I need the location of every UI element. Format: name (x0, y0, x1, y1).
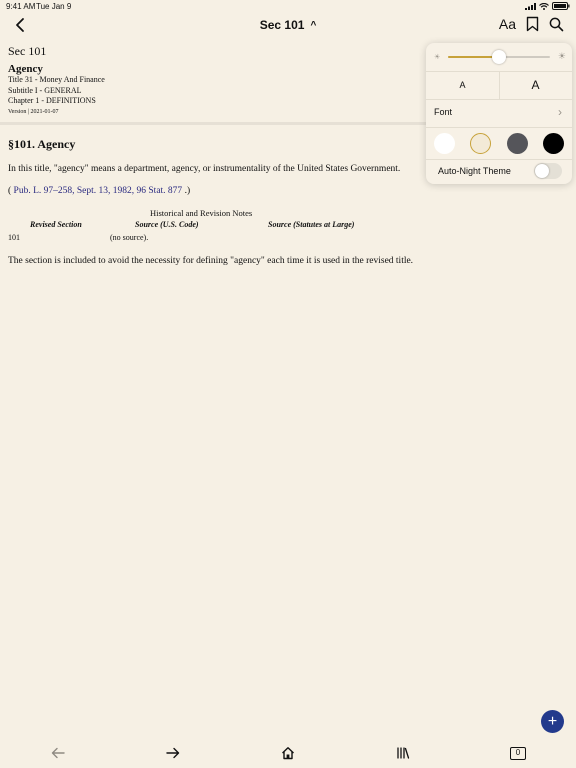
history-forward-button[interactable] (162, 742, 184, 764)
closing-paragraph: The section is included to avoid the nec… (8, 256, 414, 266)
search-icon[interactable] (549, 17, 564, 32)
status-bar: 9:41 AM Tue Jan 9 (0, 0, 576, 12)
auto-night-label: Auto-Night Theme (438, 166, 511, 176)
notes-header-source-code: Source (U.S. Code) (135, 220, 199, 229)
version-label: Version | 2021-01-07 (8, 108, 59, 115)
notes-cell-section: 101 (8, 233, 20, 242)
tabs-button[interactable]: 0 (507, 742, 529, 764)
navigation-bar: Sec 101 ^ Aa (0, 12, 576, 40)
decrease-font-button[interactable]: A (426, 71, 500, 99)
toggle-knob (535, 164, 549, 178)
section-label: Sec 101 (8, 44, 47, 58)
history-back-button[interactable] (47, 742, 69, 764)
status-icons (525, 2, 570, 10)
reading-settings-popover: ☀ ☀ A A Font › Auto-Night Theme (426, 43, 572, 184)
home-icon (282, 747, 294, 760)
library-button[interactable] (392, 742, 414, 764)
section-title-menu[interactable]: Sec 101 ^ (0, 18, 576, 32)
sun-large-icon: ☀ (557, 51, 566, 61)
increase-font-button[interactable]: A (499, 71, 572, 99)
notes-cell-source: (no source). (110, 233, 149, 242)
theme-swatch-white[interactable] (434, 133, 455, 154)
citation-link[interactable]: Pub. L. 97–258, Sept. 13, 1982, 96 Stat.… (14, 186, 183, 196)
chevron-up-icon: ^ (310, 20, 317, 31)
citation: ( Pub. L. 97–258, Sept. 13, 1982, 96 Sta… (8, 185, 190, 197)
nav-actions: Aa (499, 16, 564, 32)
font-label: Font (434, 107, 453, 117)
sun-small-icon: ☀ (434, 54, 441, 61)
chevron-right-icon: › (558, 105, 562, 119)
breadcrumb-title: Title 31 - Money And Finance (8, 75, 105, 84)
font-row: Font › (426, 99, 572, 128)
nav-title: Sec 101 (259, 18, 305, 32)
citation-close: .) (182, 186, 191, 196)
tabs-icon: 0 (510, 746, 526, 760)
font-size-row: A A (426, 71, 572, 100)
battery-icon (552, 2, 570, 10)
definition-paragraph: In this title, "agency" means a departme… (8, 164, 401, 174)
bookmark-icon[interactable] (526, 16, 539, 32)
text-settings-button[interactable]: Aa (499, 16, 516, 32)
forward-arrow-icon (166, 747, 180, 759)
auto-night-toggle[interactable] (534, 163, 562, 179)
theme-swatch-black[interactable] (542, 133, 564, 154)
status-time: 9:41 AM (6, 2, 36, 11)
theme-swatches (434, 133, 564, 154)
font-picker[interactable]: Font › (434, 105, 562, 119)
auto-night-row: Auto-Night Theme (426, 159, 572, 184)
library-icon (397, 747, 410, 759)
status-date: Tue Jan 9 (36, 2, 72, 11)
brightness-knob[interactable] (492, 50, 506, 64)
theme-swatch-sepia[interactable] (470, 133, 492, 154)
notes-header-source-statutes: Source (Statutes at Large) (268, 220, 355, 229)
theme-row (426, 127, 572, 160)
back-arrow-icon (51, 747, 65, 759)
document-header: Sec 101 Agency Title 31 - Money And Fina… (8, 44, 105, 115)
cellular-icon (525, 2, 536, 10)
section-heading: §101. Agency (8, 137, 76, 151)
add-button[interactable]: + (541, 710, 564, 733)
breadcrumb-subtitle: Subtitle I - GENERAL (8, 85, 82, 95)
document-heading: Agency (8, 63, 43, 75)
brightness-slider[interactable] (448, 50, 550, 64)
brightness-row: ☀ ☀ (426, 43, 572, 72)
wifi-icon (539, 2, 549, 10)
plus-icon: + (547, 712, 558, 730)
notes-header-revised-section: Revised Section (30, 220, 82, 229)
theme-swatch-gray[interactable] (506, 133, 528, 154)
header-divider (0, 122, 430, 125)
home-button[interactable] (277, 742, 299, 764)
notes-title: Historical and Revision Notes (150, 208, 253, 218)
breadcrumb-chapter: Chapter 1 - DEFINITIONS (8, 96, 96, 105)
bottom-toolbar: 0 (0, 742, 576, 764)
